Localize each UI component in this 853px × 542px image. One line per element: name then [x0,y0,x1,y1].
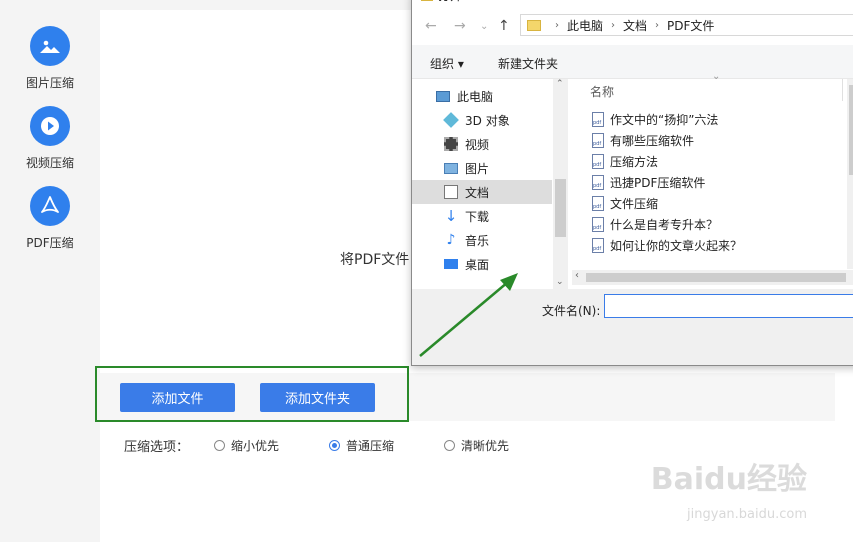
breadcrumb-pdf-folder[interactable]: PDF文件 [667,17,714,34]
document-icon [444,185,458,199]
music-icon: ♪ [446,232,456,248]
address-bar[interactable]: › 此电脑 › 文档 › PDF文件 ⌄ [520,14,853,36]
scrollbar-thumb[interactable] [849,85,853,175]
radio-dot-selected [329,440,340,451]
nav-pane-scrollbar[interactable]: ⌃ ⌄ [553,79,568,289]
scrollbar-thumb[interactable] [586,273,846,282]
dialog-toolbar: 组织 ▾ 新建文件夹 [412,45,853,79]
nav-item-documents[interactable]: 文档 [412,180,552,204]
pdf-file-icon [592,196,604,211]
back-arrow-icon[interactable]: ← [425,18,437,34]
file-item[interactable]: 压缩方法 [592,151,658,172]
sidebar-item-video-compress[interactable]: 视频压缩 [0,106,100,171]
nav-item-downloads[interactable]: ↓ 下载 [412,204,552,228]
filename-input[interactable] [604,294,853,318]
nav-item-pictures[interactable]: 图片 [412,156,552,180]
cube-icon [443,112,459,128]
computer-icon [436,90,450,102]
breadcrumb-separator: › [611,19,616,31]
navigation-pane: 此电脑 3D 对象 视频 图片 文档 ↓ 下载 ♪ 音乐 桌面 [412,79,567,289]
sidebar-item-label: 图片压缩 [25,76,74,90]
pdf-file-icon [592,238,604,253]
scroll-down-icon[interactable]: ⌄ [556,277,564,287]
play-icon [30,106,70,146]
pdf-file-icon [592,112,604,127]
open-file-dialog: 打开 ← → ⌄ ↑ › 此电脑 › 文档 › PDF文件 ⌄ 组织 ▾ 新建文… [411,0,853,366]
filename-row: 文件名(N): [412,289,853,365]
sidebar-item-pdf-compress[interactable]: PDF压缩 [0,186,100,251]
horizontal-scrollbar[interactable]: ‹ [572,270,853,285]
sort-chevron-icon: ⌄ [712,71,721,82]
sidebar-item-image-compress[interactable]: 图片压缩 [0,26,100,91]
sidebar-item-label: PDF压缩 [26,236,74,250]
organize-button[interactable]: 组织 ▾ [430,55,464,72]
file-list-scrollbar[interactable] [847,79,853,269]
film-icon [444,137,458,151]
radio-shrink-first[interactable]: 缩小优先 [214,437,279,454]
compress-options-title: 压缩选项： [124,440,190,455]
radio-normal-compress[interactable]: 普通压缩 [329,437,394,454]
breadcrumb-separator: › [555,19,559,31]
sidebar: 图片压缩 视频压缩 PDF压缩 [0,0,100,542]
filename-label: 文件名(N): [542,304,601,318]
picture-icon [444,162,458,174]
folder-icon [421,0,433,1]
pdf-icon [30,186,70,226]
watermark-url: jingyan.baidu.com [687,507,807,522]
column-divider [842,79,843,101]
sidebar-item-label: 视频压缩 [25,156,74,170]
pdf-file-icon [592,175,604,190]
highlight-box [95,366,409,422]
desktop-icon [444,259,458,269]
download-icon: ↓ [444,207,458,225]
radio-dot [214,440,225,451]
breadcrumb-documents[interactable]: 文档 [623,17,647,34]
recent-chevron-icon[interactable]: ⌄ [480,21,488,32]
file-item[interactable]: 迅捷PDF压缩软件 [592,172,705,193]
pdf-file-icon [592,217,604,232]
nav-item-3d-objects[interactable]: 3D 对象 [412,108,552,132]
up-arrow-icon[interactable]: ↑ [498,18,510,34]
image-icon [30,26,70,66]
radio-dot [444,440,455,451]
radio-clarity-first[interactable]: 清晰优先 [444,437,509,454]
scrollbar-thumb[interactable] [555,179,566,237]
new-folder-button[interactable]: 新建文件夹 [498,55,558,72]
watermark-logo: Baidu经验 [650,462,807,497]
pdf-file-icon [592,154,604,169]
folder-icon [527,19,541,31]
breadcrumb-this-pc[interactable]: 此电脑 [567,17,603,34]
drop-zone-text: 将PDF文件 [340,252,410,268]
breadcrumb-separator: › [655,19,660,31]
column-header-name[interactable]: 名称 [590,83,614,100]
file-item[interactable]: 作文中的“扬抑”六法 [592,109,718,130]
nav-item-videos[interactable]: 视频 [412,132,552,156]
dialog-titlebar: 打开 [412,0,853,7]
forward-arrow-icon[interactable]: → [454,18,466,34]
pdf-file-icon [592,133,604,148]
file-list: ⌄ 名称 作文中的“扬抑”六法 有哪些压缩软件 压缩方法 迅捷PDF压缩软件 文… [582,71,853,279]
file-item[interactable]: 什么是自考专升本？ [592,214,718,235]
nav-item-music[interactable]: ♪ 音乐 [412,228,552,252]
nav-item-desktop[interactable]: 桌面 [412,252,552,276]
scroll-up-icon[interactable]: ⌃ [556,79,564,89]
address-row: ← → ⌄ ↑ › 此电脑 › 文档 › PDF文件 ⌄ [412,7,853,45]
file-item[interactable]: 如何让你的文章火起来？ [592,235,742,256]
file-item[interactable]: 有哪些压缩软件 [592,130,694,151]
dialog-title: 打开 [438,0,462,4]
nav-item-this-pc[interactable]: 此电脑 [412,84,552,108]
scroll-left-icon[interactable]: ‹ [575,270,579,281]
file-item[interactable]: 文件压缩 [592,193,658,214]
